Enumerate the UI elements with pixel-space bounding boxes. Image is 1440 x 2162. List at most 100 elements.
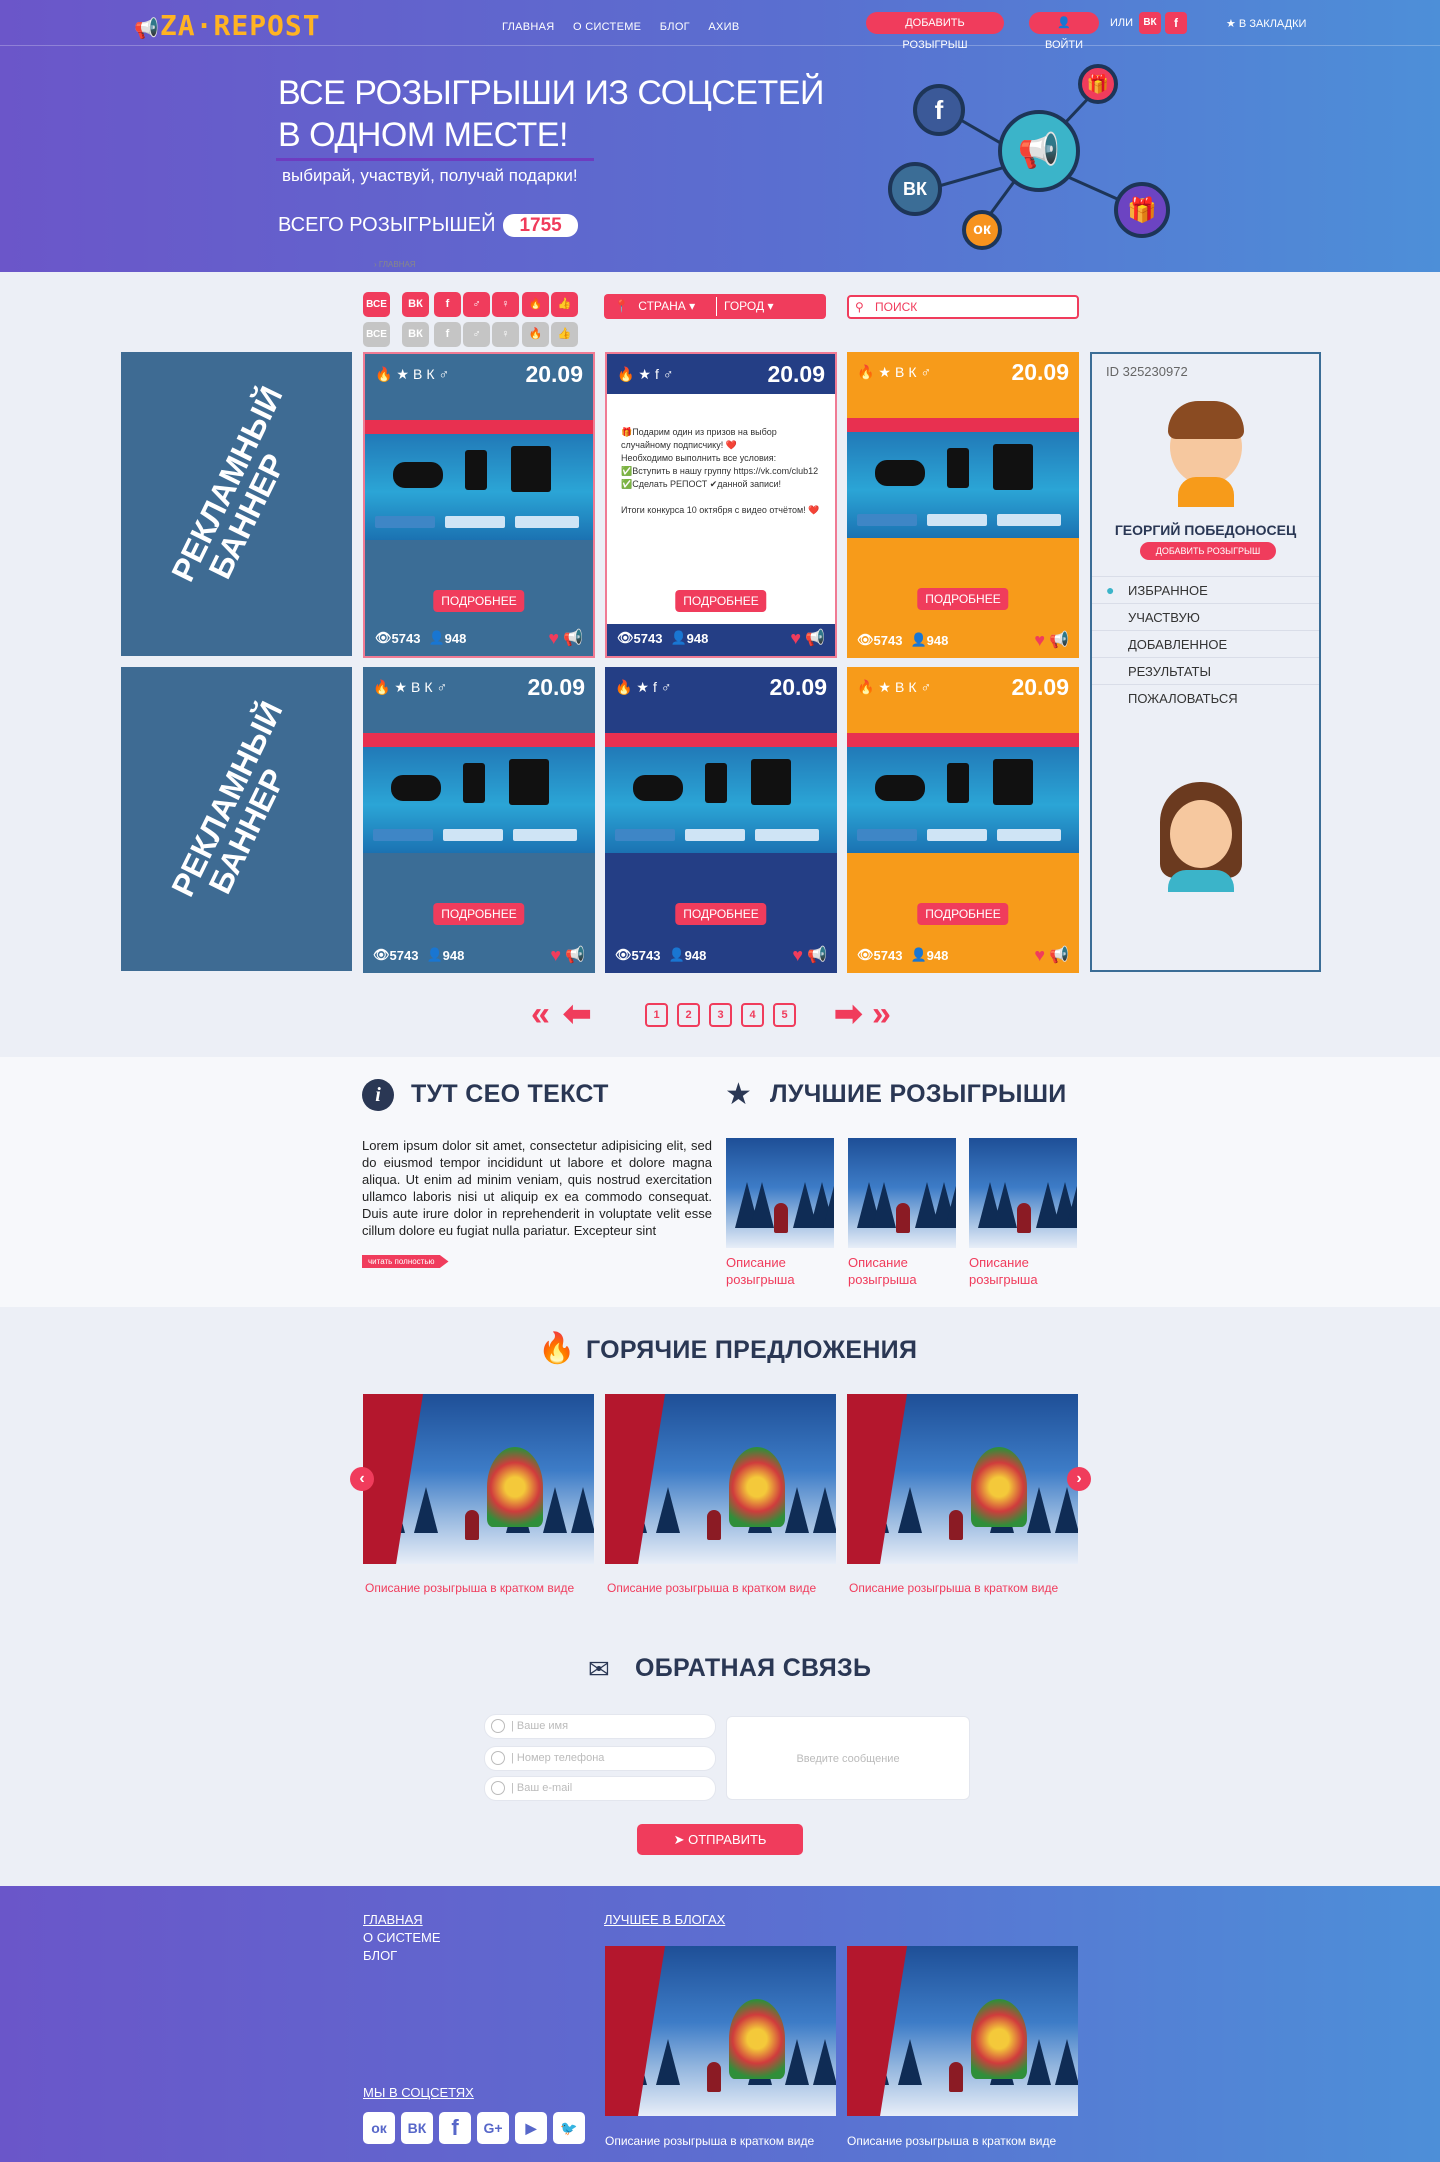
filter-male-icon[interactable]: ♂ [463, 292, 490, 317]
footer-link-about[interactable]: О СИСТЕМЕ [363, 1930, 441, 1945]
search-input[interactable]: ⚲ ПОИСК [847, 295, 1079, 319]
twitter-icon[interactable]: 🐦 [553, 2112, 585, 2144]
blog-item-caption[interactable]: Описание розыгрыша в кратком виде [847, 2134, 1056, 2148]
heart-icon[interactable]: ♥ [550, 945, 561, 966]
share-megaphone-icon[interactable]: 📢 [805, 628, 825, 648]
country-select[interactable]: СТРАНА ▾ [638, 299, 695, 313]
giveaway-image[interactable] [848, 1138, 956, 1248]
page-2[interactable]: 2 [677, 1003, 700, 1027]
menu-results[interactable]: РЕЗУЛЬТАТЫ [1092, 657, 1319, 684]
footer-link-blog[interactable]: БЛОГ [363, 1948, 397, 1963]
name-field[interactable]: | Ваше имя [484, 1714, 716, 1739]
bookmarks-link[interactable]: ★ В ЗАКЛАДКИ [1226, 17, 1306, 30]
youtube-icon[interactable]: ▶ [515, 2112, 547, 2144]
heart-icon[interactable]: ♥ [1034, 630, 1045, 651]
best-item-caption[interactable]: Описание розыгрыша [726, 1254, 816, 1288]
share-megaphone-icon[interactable]: 📢 [1049, 945, 1069, 965]
card-more-button[interactable]: ПОДРОБНЕЕ [433, 590, 525, 612]
ad-banner[interactable]: РЕКЛАМНЫЙ БАННЕР [121, 667, 352, 971]
giveaway-card[interactable]: 🔥★f♂ 20.09 🎁Подарим один из призов на выбо… [605, 352, 837, 658]
nav-home[interactable]: ГЛАВНАЯ [502, 21, 555, 33]
city-select[interactable]: ГОРОД ▾ [724, 294, 773, 319]
profile-add-giveaway-button[interactable]: ДОБАВИТЬ РОЗЫГРЫШ [1140, 542, 1276, 560]
best-item-caption[interactable]: Описание розыгрыша [848, 1254, 938, 1288]
menu-complain[interactable]: ПОЖАЛОВАТЬСЯ [1092, 684, 1319, 711]
blog-item-caption[interactable]: Описание розыгрыша в кратком виде [605, 2134, 814, 2148]
giveaway-card[interactable]: 🔥★ВК♂ 20.09 ПОДРОБНЕЕ 👁 5743 👤 948 ♥ 📢 [363, 352, 595, 658]
filter-hot-off-icon[interactable]: 🔥 [522, 322, 549, 347]
nav-blog[interactable]: БЛОГ [660, 21, 690, 33]
giveaway-card[interactable]: 🔥★ВК♂ 20.09 ПОДРОБНЕЕ 👁 5743 👤 948 ♥ 📢 [847, 352, 1079, 658]
page-5[interactable]: 5 [773, 1003, 796, 1027]
hot-item-caption[interactable]: Описание розыгрыша в кратком виде [607, 1580, 816, 1597]
ad-banner[interactable]: РЕКЛАМНЫЙ БАННЕР [121, 352, 352, 656]
filter-female-icon[interactable]: ♀ [492, 292, 519, 317]
page-3[interactable]: 3 [709, 1003, 732, 1027]
giveaway-card[interactable]: 🔥★f♂ 20.09 ПОДРОБНЕЕ 👁 5743 👤 948 ♥ 📢 [605, 667, 837, 973]
card-more-button[interactable]: ПОДРОБНЕЕ [675, 903, 767, 925]
email-field[interactable]: | Ваш e-mail [484, 1776, 716, 1801]
filter-all[interactable]: ВСЕ [363, 292, 390, 317]
breadcrumb[interactable]: › ГЛАВНАЯ [374, 260, 416, 269]
send-button[interactable]: ➤ ОТПРАВИТЬ [637, 1824, 803, 1855]
card-more-button[interactable]: ПОДРОБНЕЕ [917, 903, 1009, 925]
card-more-button[interactable]: ПОДРОБНЕЕ [917, 588, 1009, 610]
filter-female-off-icon[interactable]: ♀ [492, 322, 519, 347]
odnoklassniki-icon[interactable]: ок [363, 2112, 395, 2144]
giveaway-image[interactable] [847, 1394, 1078, 1564]
share-megaphone-icon[interactable]: 📢 [563, 628, 583, 648]
filter-vk-icon[interactable]: ВК [402, 292, 429, 317]
share-megaphone-icon[interactable]: 📢 [565, 945, 585, 965]
vk-icon[interactable]: ВК [401, 2112, 433, 2144]
card-more-button[interactable]: ПОДРОБНЕЕ [433, 903, 525, 925]
menu-favorites[interactable]: ● ИЗБРАННОЕ [1092, 576, 1319, 603]
last-page-icon[interactable]: » [872, 997, 891, 1031]
filter-vk-off-icon[interactable]: ВК [402, 322, 429, 347]
giveaway-image[interactable] [605, 1394, 836, 1564]
menu-added[interactable]: ДОБАВЛЕННОЕ [1092, 630, 1319, 657]
giveaway-card[interactable]: 🔥★ВК♂ 20.09 ПОДРОБНЕЕ 👁 5743 👤 948 ♥ 📢 [847, 667, 1079, 973]
vk-login-icon[interactable]: ВК [1139, 12, 1161, 34]
login-button[interactable]: 👤 ВОЙТИ [1029, 12, 1099, 51]
footer-link-home[interactable]: ГЛАВНАЯ [363, 1912, 423, 1927]
giveaway-image[interactable] [726, 1138, 834, 1248]
share-megaphone-icon[interactable]: 📢 [807, 945, 827, 965]
hot-item-caption[interactable]: Описание розыгрыша в кратком виде [365, 1580, 574, 1597]
carousel-prev-icon[interactable]: ‹ [350, 1467, 374, 1491]
nav-about[interactable]: О СИСТЕМЕ [573, 21, 641, 33]
carousel-next-icon[interactable]: › [1067, 1467, 1091, 1491]
site-logo[interactable]: 📢ZA·REPOST [134, 9, 321, 42]
filter-hot-icon[interactable]: 🔥 [522, 292, 549, 317]
page-4[interactable]: 4 [741, 1003, 764, 1027]
filter-like-off-icon[interactable]: 👍 [551, 322, 578, 347]
nav-archive[interactable]: АХИВ [708, 21, 739, 33]
giveaway-image[interactable] [847, 1946, 1078, 2116]
page-1[interactable]: 1 [645, 1003, 668, 1027]
hot-item-caption[interactable]: Описание розыгрыша в кратком виде [849, 1580, 1058, 1597]
add-giveaway-button[interactable]: ДОБАВИТЬ РОЗЫГРЫШ [866, 12, 1004, 51]
menu-participating[interactable]: УЧАСТВУЮ [1092, 603, 1319, 630]
facebook-icon[interactable]: f [439, 2112, 471, 2144]
share-megaphone-icon[interactable]: 📢 [1049, 630, 1069, 650]
phone-field[interactable]: | Номер телефона [484, 1746, 716, 1771]
heart-icon[interactable]: ♥ [792, 945, 803, 966]
giveaway-card[interactable]: 🔥★ВК♂ 20.09 ПОДРОБНЕЕ 👁 5743 👤 948 ♥ 📢 [363, 667, 595, 973]
giveaway-image[interactable] [363, 1394, 594, 1564]
filter-facebook-off-icon[interactable]: f [434, 322, 461, 347]
google-plus-icon[interactable]: G+ [477, 2112, 509, 2144]
filter-facebook-icon[interactable]: f [434, 292, 461, 317]
heart-icon[interactable]: ♥ [1034, 945, 1045, 966]
filter-all-off[interactable]: ВСЕ [363, 322, 390, 347]
heart-icon[interactable]: ♥ [790, 628, 801, 649]
giveaway-image[interactable] [969, 1138, 1077, 1248]
card-more-button[interactable]: ПОДРОБНЕЕ [675, 590, 767, 612]
first-page-icon[interactable]: « [531, 997, 550, 1031]
giveaway-image[interactable] [605, 1946, 836, 2116]
filter-like-icon[interactable]: 👍 [551, 292, 578, 317]
heart-icon[interactable]: ♥ [548, 628, 559, 649]
filter-male-off-icon[interactable]: ♂ [463, 322, 490, 347]
best-item-caption[interactable]: Описание розыгрыша [969, 1254, 1059, 1288]
message-field[interactable]: Введите сообщение [726, 1716, 970, 1800]
read-more-button[interactable]: читать полностью [362, 1255, 449, 1268]
facebook-login-icon[interactable]: f [1165, 12, 1187, 34]
